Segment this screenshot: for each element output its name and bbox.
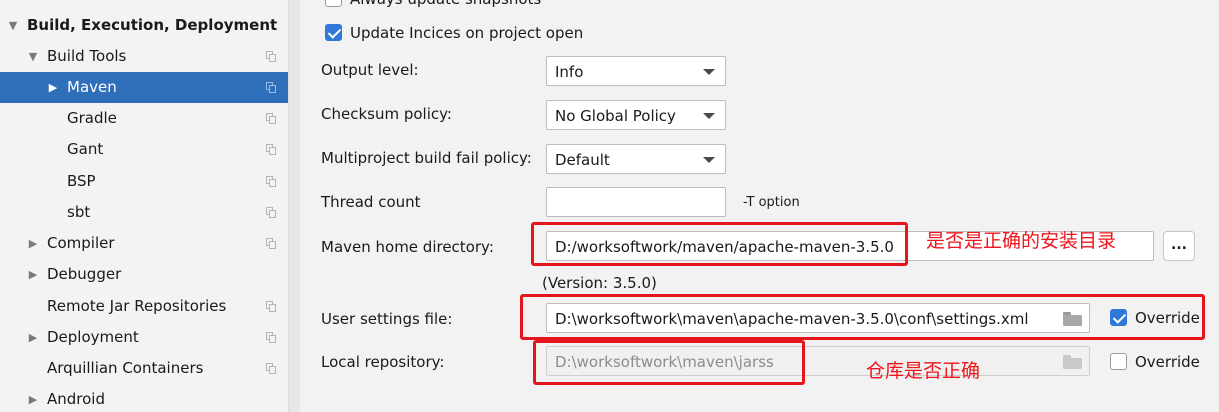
tree-item-label: Deployment xyxy=(47,328,139,346)
tree-item-maven[interactable]: ▶ Maven xyxy=(0,72,288,103)
local-repository-label: Local repository: xyxy=(321,353,445,371)
collapsed-arrow-icon[interactable]: ▶ xyxy=(26,322,40,353)
collapsed-arrow-icon[interactable]: ▶ xyxy=(26,228,40,259)
project-settings-icon xyxy=(266,51,276,62)
tree-item-label: Gant xyxy=(67,140,104,158)
project-settings-icon xyxy=(266,176,276,187)
multiproject-fail-policy-select[interactable]: Default xyxy=(546,144,726,174)
tree-item-gant[interactable]: Gant xyxy=(0,134,288,165)
thread-count-label: Thread count xyxy=(321,193,421,211)
checksum-policy-select[interactable]: No Global Policy xyxy=(546,100,726,130)
tree-item-debugger[interactable]: ▶ Debugger xyxy=(0,259,288,290)
expanded-arrow-icon[interactable]: ▼ xyxy=(26,41,40,72)
expanded-arrow-icon[interactable]: ▼ xyxy=(6,10,20,41)
maven-home-highlight-box xyxy=(531,222,908,266)
sidebar-scrollbar[interactable] xyxy=(288,0,300,412)
settings-tree: ▼ Build, Execution, Deployment ▼ Build T… xyxy=(0,0,288,412)
multiproject-fail-policy-label: Multiproject build fail policy: xyxy=(321,149,532,167)
tree-item-label: Compiler xyxy=(47,234,115,252)
multiproject-fail-policy-value: Default xyxy=(555,151,610,169)
tree-item-android[interactable]: ▶ Android xyxy=(0,384,288,412)
project-settings-icon xyxy=(266,144,276,155)
tree-item-label: Debugger xyxy=(47,265,122,283)
update-indices-checkbox[interactable] xyxy=(325,24,342,41)
user-settings-label: User settings file: xyxy=(321,310,453,328)
local-repository-override-checkbox[interactable] xyxy=(1110,353,1127,370)
project-settings-icon xyxy=(266,332,276,343)
tree-item-label: BSP xyxy=(67,172,96,190)
local-repository-annotation: 仓库是否正确 xyxy=(866,360,981,382)
chevron-down-icon xyxy=(703,113,715,119)
tree-item-sbt[interactable]: sbt xyxy=(0,197,288,228)
tree-item-compiler[interactable]: ▶ Compiler xyxy=(0,228,288,259)
tree-item-label: Build Tools xyxy=(47,47,127,65)
tree-item-remote-jar-repositories[interactable]: Remote Jar Repositories xyxy=(0,291,288,322)
chevron-down-icon xyxy=(703,69,715,75)
tree-item-build-execution-deployment[interactable]: ▼ Build, Execution, Deployment xyxy=(0,10,288,41)
project-settings-icon xyxy=(266,363,276,374)
maven-settings-panel: Always update snapshots Update Incices o… xyxy=(300,0,1219,412)
project-settings-icon xyxy=(266,207,276,218)
folder-icon[interactable] xyxy=(1063,355,1083,369)
tree-item-label: Gradle xyxy=(67,109,117,127)
tree-item-label: Remote Jar Repositories xyxy=(47,297,227,315)
tree-item-bsp[interactable]: BSP xyxy=(0,166,288,197)
user-settings-highlight-box xyxy=(520,294,1205,340)
tree-item-gradle[interactable]: Gradle xyxy=(0,103,288,134)
tree-item-label: Build, Execution, Deployment xyxy=(27,16,278,34)
browse-button[interactable]: ... xyxy=(1163,231,1195,261)
output-level-value: Info xyxy=(555,63,584,81)
tree-item-label: Android xyxy=(47,390,105,408)
project-settings-icon xyxy=(266,238,276,249)
local-repository-highlight-box xyxy=(533,340,805,385)
maven-version-text: (Version: 3.5.0) xyxy=(542,274,657,292)
collapsed-arrow-icon[interactable]: ▶ xyxy=(46,72,60,103)
collapsed-arrow-icon[interactable]: ▶ xyxy=(26,384,40,412)
always-update-snapshots-label: Always update snapshots xyxy=(350,0,541,9)
tree-item-label: Maven xyxy=(67,78,117,96)
thread-count-input[interactable] xyxy=(546,187,726,217)
tree-item-build-tools[interactable]: ▼ Build Tools xyxy=(0,41,288,72)
output-level-label: Output level: xyxy=(321,61,419,79)
tree-item-deployment[interactable]: ▶ Deployment xyxy=(0,322,288,353)
project-settings-icon xyxy=(266,113,276,124)
chevron-down-icon xyxy=(703,157,715,163)
local-repository-override-label: Override xyxy=(1135,353,1200,371)
collapsed-arrow-icon[interactable]: ▶ xyxy=(26,259,40,290)
checksum-policy-label: Checksum policy: xyxy=(321,105,452,123)
always-update-snapshots-checkbox[interactable] xyxy=(325,0,342,7)
project-settings-icon xyxy=(266,301,276,312)
output-level-select[interactable]: Info xyxy=(546,56,726,86)
thread-count-hint: -T option xyxy=(743,195,800,210)
checksum-policy-value: No Global Policy xyxy=(555,107,676,125)
tree-item-label: Arquillian Containers xyxy=(47,359,204,377)
tree-item-arquillian-containers[interactable]: Arquillian Containers xyxy=(0,353,288,384)
update-indices-label: Update Incices on project open xyxy=(350,24,584,42)
maven-home-annotation: 是否是正确的安装目录 xyxy=(926,230,1117,252)
maven-home-label: Maven home directory: xyxy=(321,238,494,256)
project-settings-icon xyxy=(266,82,276,93)
tree-item-label: sbt xyxy=(67,203,91,221)
